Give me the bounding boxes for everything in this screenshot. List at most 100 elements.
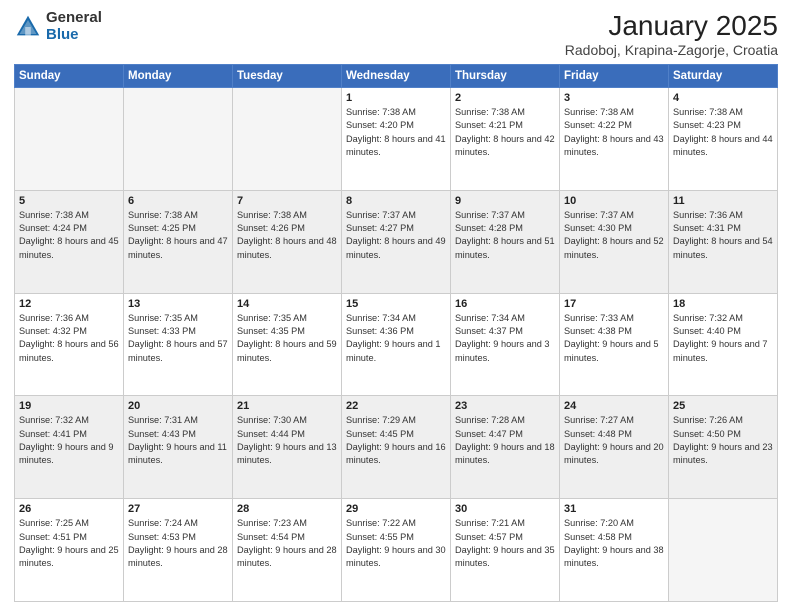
day-number: 9 xyxy=(455,195,555,207)
day-number: 10 xyxy=(564,195,664,207)
logo: General Blue xyxy=(14,10,102,43)
day-number: 8 xyxy=(346,195,446,207)
day-number: 28 xyxy=(237,503,337,515)
day-number: 17 xyxy=(564,298,664,310)
day-info: Sunrise: 7:29 AM Sunset: 4:45 PM Dayligh… xyxy=(346,414,446,467)
day-info: Sunrise: 7:30 AM Sunset: 4:44 PM Dayligh… xyxy=(237,414,337,467)
table-row: 31Sunrise: 7:20 AM Sunset: 4:58 PM Dayli… xyxy=(560,499,669,602)
day-number: 6 xyxy=(128,195,228,207)
table-row xyxy=(124,88,233,191)
table-row: 6 Sunrise: 7:38 AM Sunset: 4:25 PM Daylig… xyxy=(124,190,233,293)
table-row: 11Sunrise: 7:36 AM Sunset: 4:31 PM Dayli… xyxy=(669,190,778,293)
calendar-location: Radoboj, Krapina-Zagorje, Croatia xyxy=(565,42,778,58)
table-row: 15Sunrise: 7:34 AM Sunset: 4:36 PM Dayli… xyxy=(342,293,451,396)
table-row: 18 Sunrise: 7:32 AM Sunset: 4:40 PM Dayli… xyxy=(669,293,778,396)
day-info: Sunrise: 7:31 AM Sunset: 4:43 PM Dayligh… xyxy=(128,414,228,467)
table-row: 25 Sunrise: 7:26 AM Sunset: 4:50 PM Dayli… xyxy=(669,396,778,499)
table-row: 22 Sunrise: 7:29 AM Sunset: 4:45 PM Dayli… xyxy=(342,396,451,499)
day-info: Sunrise: 7:27 AM Sunset: 4:48 PM Dayligh… xyxy=(564,414,664,467)
day-info: Sunrise: 7:34 AM Sunset: 4:36 PM Dayligh… xyxy=(346,312,446,365)
header-friday: Friday xyxy=(560,65,669,88)
table-row: 7 Sunrise: 7:38 AM Sunset: 4:26 PM Daylig… xyxy=(233,190,342,293)
day-number: 21 xyxy=(237,400,337,412)
calendar-week-row: 1 Sunrise: 7:38 AM Sunset: 4:20 PM Daylig… xyxy=(15,88,778,191)
day-info: Sunrise: 7:34 AM Sunset: 4:37 PM Dayligh… xyxy=(455,312,555,365)
day-number: 22 xyxy=(346,400,446,412)
day-info: Sunrise: 7:37 AM Sunset: 4:28 PM Dayligh… xyxy=(455,209,555,262)
day-number: 30 xyxy=(455,503,555,515)
day-number: 27 xyxy=(128,503,228,515)
day-info: Sunrise: 7:38 AM Sunset: 4:26 PM Dayligh… xyxy=(237,209,337,262)
logo-blue-text: Blue xyxy=(46,27,102,44)
day-info: Sunrise: 7:38 AM Sunset: 4:25 PM Dayligh… xyxy=(128,209,228,262)
day-number: 3 xyxy=(564,92,664,104)
table-row: 5 Sunrise: 7:38 AM Sunset: 4:24 PM Daylig… xyxy=(15,190,124,293)
title-block: January 2025 Radoboj, Krapina-Zagorje, C… xyxy=(565,10,778,58)
calendar-week-row: 26 Sunrise: 7:25 AM Sunset: 4:51 PM Dayli… xyxy=(15,499,778,602)
calendar-header-row: Sunday Monday Tuesday Wednesday Thursday… xyxy=(15,65,778,88)
day-info: Sunrise: 7:38 AM Sunset: 4:20 PM Dayligh… xyxy=(346,106,446,159)
table-row: 29Sunrise: 7:22 AM Sunset: 4:55 PM Dayli… xyxy=(342,499,451,602)
day-info: Sunrise: 7:25 AM Sunset: 4:51 PM Dayligh… xyxy=(19,517,119,570)
day-number: 2 xyxy=(455,92,555,104)
calendar-week-row: 5 Sunrise: 7:38 AM Sunset: 4:24 PM Daylig… xyxy=(15,190,778,293)
table-row xyxy=(233,88,342,191)
calendar-week-row: 19 Sunrise: 7:32 AM Sunset: 4:41 PM Dayli… xyxy=(15,396,778,499)
day-info: Sunrise: 7:28 AM Sunset: 4:47 PM Dayligh… xyxy=(455,414,555,467)
day-info: Sunrise: 7:22 AM Sunset: 4:55 PM Dayligh… xyxy=(346,517,446,570)
logo-icon xyxy=(14,13,42,41)
day-number: 5 xyxy=(19,195,119,207)
day-info: Sunrise: 7:32 AM Sunset: 4:41 PM Dayligh… xyxy=(19,414,119,467)
logo-general-text: General xyxy=(46,10,102,27)
table-row: 17Sunrise: 7:33 AM Sunset: 4:38 PM Dayli… xyxy=(560,293,669,396)
table-row: 9 Sunrise: 7:37 AM Sunset: 4:28 PM Daylig… xyxy=(451,190,560,293)
day-number: 25 xyxy=(673,400,773,412)
header-monday: Monday xyxy=(124,65,233,88)
day-number: 13 xyxy=(128,298,228,310)
calendar-week-row: 12Sunrise: 7:36 AM Sunset: 4:32 PM Dayli… xyxy=(15,293,778,396)
table-row: 23 Sunrise: 7:28 AM Sunset: 4:47 PM Dayli… xyxy=(451,396,560,499)
table-row: 30Sunrise: 7:21 AM Sunset: 4:57 PM Dayli… xyxy=(451,499,560,602)
table-row: 12Sunrise: 7:36 AM Sunset: 4:32 PM Dayli… xyxy=(15,293,124,396)
day-info: Sunrise: 7:26 AM Sunset: 4:50 PM Dayligh… xyxy=(673,414,773,467)
day-info: Sunrise: 7:38 AM Sunset: 4:24 PM Dayligh… xyxy=(19,209,119,262)
table-row xyxy=(669,499,778,602)
table-row: 2 Sunrise: 7:38 AM Sunset: 4:21 PM Daylig… xyxy=(451,88,560,191)
day-info: Sunrise: 7:37 AM Sunset: 4:27 PM Dayligh… xyxy=(346,209,446,262)
day-info: Sunrise: 7:38 AM Sunset: 4:21 PM Dayligh… xyxy=(455,106,555,159)
day-number: 11 xyxy=(673,195,773,207)
header-tuesday: Tuesday xyxy=(233,65,342,88)
table-row: 10Sunrise: 7:37 AM Sunset: 4:30 PM Dayli… xyxy=(560,190,669,293)
header-thursday: Thursday xyxy=(451,65,560,88)
day-number: 1 xyxy=(346,92,446,104)
table-row: 1 Sunrise: 7:38 AM Sunset: 4:20 PM Daylig… xyxy=(342,88,451,191)
table-row: 26 Sunrise: 7:25 AM Sunset: 4:51 PM Dayli… xyxy=(15,499,124,602)
table-row: 21 Sunrise: 7:30 AM Sunset: 4:44 PM Dayli… xyxy=(233,396,342,499)
day-number: 14 xyxy=(237,298,337,310)
table-row: 24 Sunrise: 7:27 AM Sunset: 4:48 PM Dayli… xyxy=(560,396,669,499)
table-row: 3Sunrise: 7:38 AM Sunset: 4:22 PM Daylig… xyxy=(560,88,669,191)
header-wednesday: Wednesday xyxy=(342,65,451,88)
calendar-title: January 2025 xyxy=(565,10,778,42)
day-number: 7 xyxy=(237,195,337,207)
day-info: Sunrise: 7:32 AM Sunset: 4:40 PM Dayligh… xyxy=(673,312,773,365)
day-info: Sunrise: 7:35 AM Sunset: 4:33 PM Dayligh… xyxy=(128,312,228,365)
day-number: 26 xyxy=(19,503,119,515)
table-row: 8 Sunrise: 7:37 AM Sunset: 4:27 PM Daylig… xyxy=(342,190,451,293)
day-info: Sunrise: 7:23 AM Sunset: 4:54 PM Dayligh… xyxy=(237,517,337,570)
calendar-table: Sunday Monday Tuesday Wednesday Thursday… xyxy=(14,64,778,602)
day-number: 19 xyxy=(19,400,119,412)
day-number: 23 xyxy=(455,400,555,412)
table-row: 19 Sunrise: 7:32 AM Sunset: 4:41 PM Dayli… xyxy=(15,396,124,499)
day-info: Sunrise: 7:24 AM Sunset: 4:53 PM Dayligh… xyxy=(128,517,228,570)
day-number: 18 xyxy=(673,298,773,310)
day-info: Sunrise: 7:38 AM Sunset: 4:23 PM Dayligh… xyxy=(673,106,773,159)
day-info: Sunrise: 7:20 AM Sunset: 4:58 PM Dayligh… xyxy=(564,517,664,570)
page: General Blue January 2025 Radoboj, Krapi… xyxy=(0,0,792,612)
table-row: 20Sunrise: 7:31 AM Sunset: 4:43 PM Dayli… xyxy=(124,396,233,499)
day-number: 12 xyxy=(19,298,119,310)
day-info: Sunrise: 7:35 AM Sunset: 4:35 PM Dayligh… xyxy=(237,312,337,365)
header-sunday: Sunday xyxy=(15,65,124,88)
day-number: 24 xyxy=(564,400,664,412)
logo-text: General Blue xyxy=(46,10,102,43)
